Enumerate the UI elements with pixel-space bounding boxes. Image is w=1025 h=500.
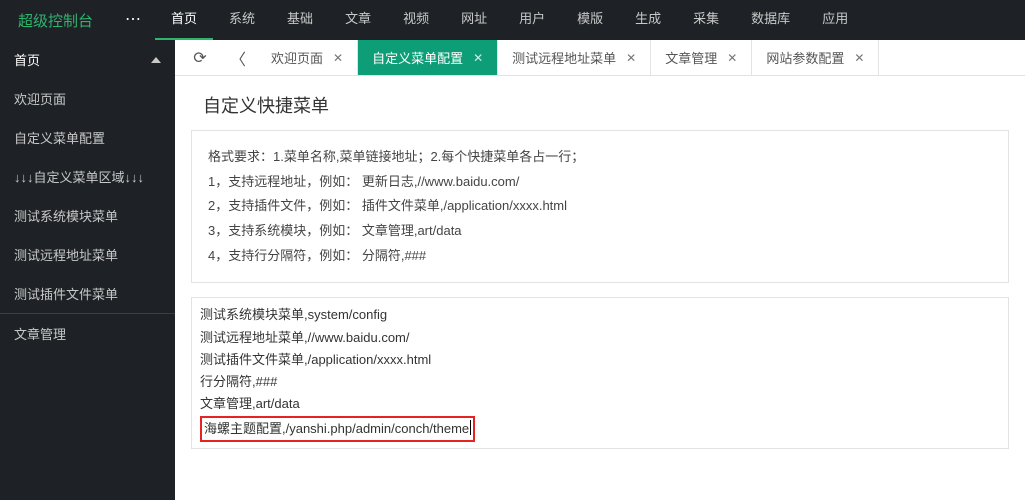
topnav-item[interactable]: 基础 [271, 0, 329, 40]
page: 自定义快捷菜单 格式要求：1.菜单名称,菜单链接地址；2.每个快捷菜单各占一行；… [175, 76, 1025, 500]
content: ⟳ 〈 欢迎页面 ✕ 自定义菜单配置 ✕ 测试远程地址菜单 ✕ 文章管理 ✕ 网站参数配置 ✕ 自… [175, 40, 1025, 500]
tab[interactable]: 测试远程地址菜单 ✕ [498, 40, 651, 75]
close-icon[interactable]: ✕ [473, 51, 483, 65]
more-icon[interactable]: ⋯ [111, 0, 155, 40]
topnav-item[interactable]: 采集 [677, 0, 735, 40]
help-line: 2，支持插件文件，例如： 插件文件菜单,/application/xxxx.ht… [208, 194, 992, 219]
tab-label: 文章管理 [665, 48, 717, 67]
sidebar-item[interactable]: 自定义菜单配置 [0, 118, 175, 157]
topnav-item[interactable]: 网址 [445, 0, 503, 40]
topnav-item[interactable]: 应用 [806, 0, 864, 40]
sidebar: 首页 欢迎页面自定义菜单配置↓↓↓自定义菜单区域↓↓↓测试系统模块菜单测试远程地… [0, 40, 175, 500]
sidebar-item[interactable]: 测试插件文件菜单 [0, 274, 175, 313]
sidebar-item-bottom[interactable]: 文章管理 [0, 314, 175, 353]
highlighted-line: 海螺主题配置,/yanshi.php/admin/conch/theme [200, 416, 475, 442]
tab[interactable]: 网站参数配置 ✕ [752, 40, 879, 75]
app-logo: 超级控制台 [0, 10, 111, 31]
topnav-item[interactable]: 文章 [329, 0, 387, 40]
sidebar-item[interactable]: 欢迎页面 [0, 79, 175, 118]
close-icon[interactable]: ✕ [626, 51, 636, 65]
sidebar-header-label: 首页 [14, 50, 40, 69]
topnav-item[interactable]: 模版 [561, 0, 619, 40]
help-line: 4，支持行分隔符，例如： 分隔符,### [208, 244, 992, 269]
highlighted-text: 海螺主题配置,/yanshi.php/admin/conch/theme [204, 421, 469, 436]
close-icon[interactable]: ✕ [727, 51, 737, 65]
close-icon[interactable]: ✕ [854, 51, 864, 65]
page-title: 自定义快捷菜单 [175, 76, 1025, 130]
help-line: 3，支持系统模块，例如： 文章管理,art/data [208, 219, 992, 244]
tab-label: 欢迎页面 [271, 48, 323, 67]
topnav-item[interactable]: 视频 [387, 0, 445, 40]
tab-label: 测试远程地址菜单 [512, 48, 616, 67]
tab-label: 自定义菜单配置 [372, 48, 463, 67]
caret-up-icon [151, 57, 161, 63]
tab[interactable]: 欢迎页面 ✕ [257, 40, 358, 75]
refresh-icon[interactable]: ⟳ [181, 40, 219, 75]
editor-line: 测试插件文件菜单,/application/xxxx.html [200, 349, 1000, 371]
topnav-item[interactable]: 用户 [503, 0, 561, 40]
close-icon[interactable]: ✕ [333, 51, 343, 65]
sidebar-item[interactable]: 测试远程地址菜单 [0, 235, 175, 274]
topnav-item[interactable]: 系统 [213, 0, 271, 40]
help-box: 格式要求：1.菜单名称,菜单链接地址；2.每个快捷菜单各占一行； 1，支持远程地… [191, 130, 1009, 283]
tab[interactable]: 自定义菜单配置 ✕ [358, 40, 498, 75]
topnav-item[interactable]: 数据库 [735, 0, 806, 40]
help-line: 格式要求：1.菜单名称,菜单链接地址；2.每个快捷菜单各占一行； [208, 145, 992, 170]
editor-line: 文章管理,art/data [200, 393, 1000, 415]
topnav-item[interactable]: 生成 [619, 0, 677, 40]
top-nav: 首页系统基础文章视频网址用户模版生成采集数据库应用 [155, 0, 864, 40]
sidebar-header[interactable]: 首页 [0, 40, 175, 79]
editor-line: 测试系统模块菜单,system/config [200, 304, 1000, 326]
editor-line: 测试远程地址菜单,//www.baidu.com/ [200, 327, 1000, 349]
text-cursor [470, 420, 471, 435]
menu-textarea[interactable]: 测试系统模块菜单,system/config测试远程地址菜单,//www.bai… [191, 297, 1009, 449]
tab[interactable]: 文章管理 ✕ [651, 40, 752, 75]
topbar: 超级控制台 ⋯ 首页系统基础文章视频网址用户模版生成采集数据库应用 [0, 0, 1025, 40]
editor-line: 行分隔符,### [200, 371, 1000, 393]
back-icon[interactable]: 〈 [219, 40, 257, 75]
tabbar: ⟳ 〈 欢迎页面 ✕ 自定义菜单配置 ✕ 测试远程地址菜单 ✕ 文章管理 ✕ 网站参数配置 ✕ [175, 40, 1025, 76]
sidebar-item[interactable]: ↓↓↓自定义菜单区域↓↓↓ [0, 157, 175, 196]
tab-label: 网站参数配置 [766, 48, 844, 67]
help-line: 1，支持远程地址，例如： 更新日志,//www.baidu.com/ [208, 170, 992, 195]
topnav-item[interactable]: 首页 [155, 0, 213, 40]
sidebar-item[interactable]: 测试系统模块菜单 [0, 196, 175, 235]
